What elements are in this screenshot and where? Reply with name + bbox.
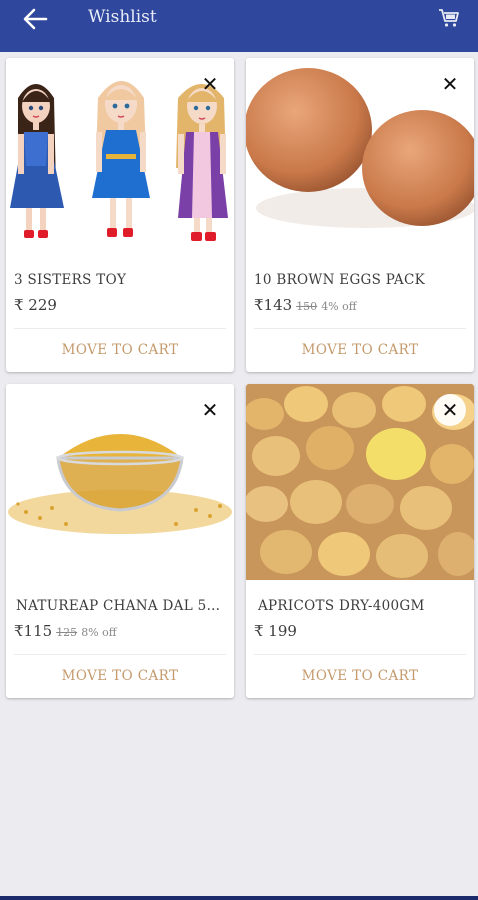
wishlist-card[interactable]: ✕ 10 BROWN EGGS PACK ₹143 150 4% off MOV… [246, 58, 474, 372]
arrow-left-icon[interactable] [22, 8, 48, 30]
bottom-edge [0, 896, 478, 900]
product-name: APRICOTS DRY-400GM [258, 598, 425, 614]
product-name: NATUREAP CHANA DAL 500… [16, 598, 228, 614]
wishlist-card[interactable]: ✕ NATUREAP CHANA DAL 500… ₹115 125 8% of… [6, 384, 234, 698]
product-name: 3 SISTERS TOY [14, 272, 127, 288]
product-price: ₹115 [14, 622, 53, 640]
divider [14, 328, 226, 329]
wishlist-card[interactable]: ✕ 3 SISTERS TOY ₹ 229 MOVE TO CART [6, 58, 234, 372]
price-row: ₹ 229 [14, 296, 57, 314]
price-row: ₹143 150 4% off [254, 296, 357, 314]
shopping-cart-icon[interactable] [438, 8, 460, 28]
discount-label: 8% off [81, 626, 117, 639]
discount-label: 4% off [321, 300, 357, 313]
price-row: ₹ 199 [254, 622, 297, 640]
divider [14, 654, 226, 655]
remove-icon[interactable]: ✕ [194, 68, 226, 100]
divider [254, 654, 466, 655]
wishlist-card[interactable]: ✕ APRICOTS DRY-400GM ₹ 199 MOVE TO CART [246, 384, 474, 698]
original-price: 150 [296, 300, 318, 313]
app-bar: Wishlist [0, 0, 478, 52]
move-to-cart-button[interactable]: MOVE TO CART [246, 660, 474, 692]
page-title: Wishlist [88, 7, 157, 27]
divider [254, 328, 466, 329]
product-name: 10 BROWN EGGS PACK [254, 272, 425, 288]
move-to-cart-button[interactable]: MOVE TO CART [6, 660, 234, 692]
remove-icon[interactable]: ✕ [194, 394, 226, 426]
remove-icon[interactable]: ✕ [434, 394, 466, 426]
product-price: ₹ 199 [254, 622, 297, 640]
price-row: ₹115 125 8% off [14, 622, 117, 640]
remove-icon[interactable]: ✕ [434, 68, 466, 100]
move-to-cart-button[interactable]: MOVE TO CART [246, 334, 474, 366]
product-price: ₹143 [254, 296, 293, 314]
move-to-cart-button[interactable]: MOVE TO CART [6, 334, 234, 366]
original-price: 125 [56, 626, 78, 639]
product-price: ₹ 229 [14, 296, 57, 314]
